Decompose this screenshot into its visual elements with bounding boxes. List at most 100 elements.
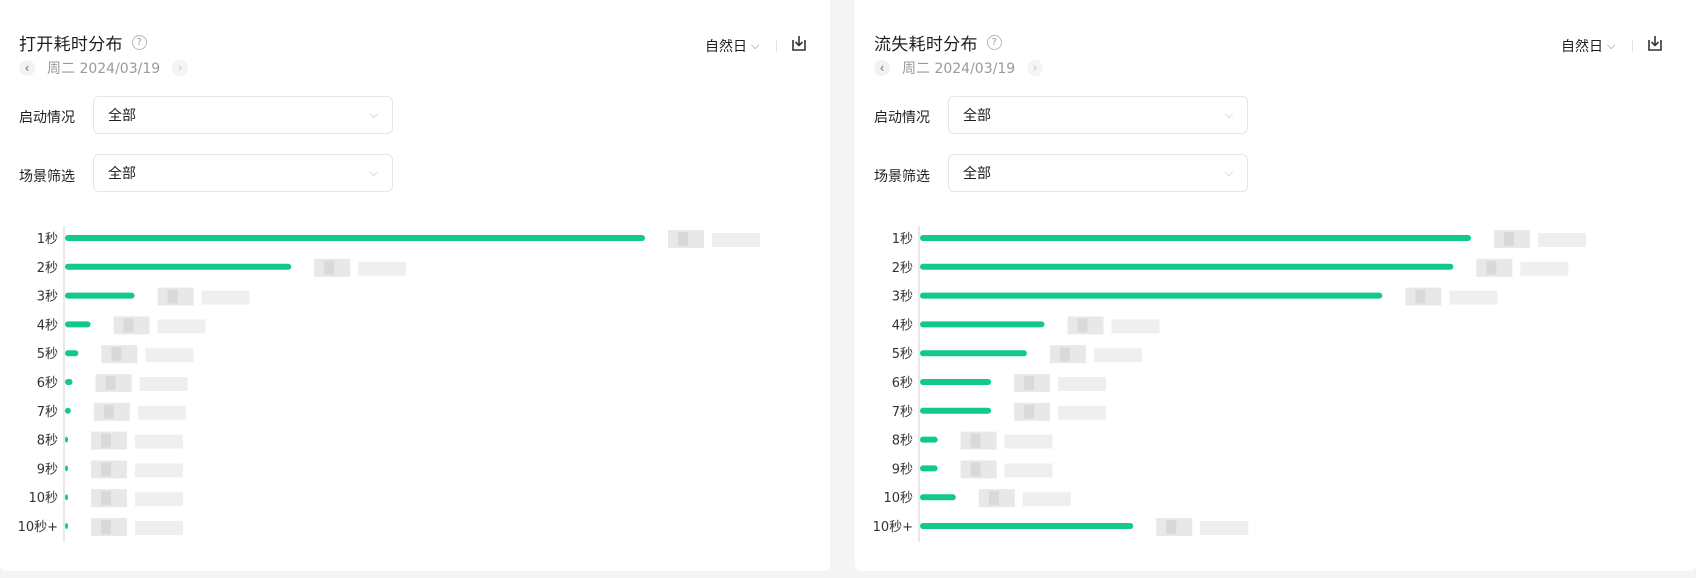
- chevron-down-icon: ⌵: [751, 39, 760, 52]
- y-tick-label: 10秒: [28, 491, 58, 506]
- scene-filter-value: 全部: [963, 166, 991, 182]
- chevron-down-icon: ⌵: [1607, 39, 1616, 52]
- y-tick-label: 9秒: [37, 462, 58, 477]
- obscured-value-label: [1405, 287, 1498, 306]
- scene-filter-select[interactable]: 全部 ⌵: [948, 154, 1248, 192]
- divider: [1632, 40, 1633, 52]
- scene-filter-label: 场景筛选: [874, 169, 930, 185]
- obscured-value-label: [960, 431, 1053, 450]
- obscured-value-label: [1014, 402, 1107, 421]
- date-navigator: ‹ 周二 2024/03/19 ›: [874, 58, 1044, 78]
- date-label: 周二 2024/03/19: [47, 61, 161, 77]
- chevron-down-icon: ⌵: [1224, 108, 1233, 121]
- obscured-value-label: [95, 374, 188, 392]
- obscured-value-label: [1067, 316, 1160, 335]
- bar[interactable]: [65, 235, 645, 241]
- bar[interactable]: [65, 494, 68, 501]
- title-row: 流失耗时分布 ?: [874, 30, 1002, 55]
- question-circle-icon[interactable]: ?: [986, 35, 1002, 50]
- next-date-button[interactable]: ›: [172, 60, 189, 76]
- y-tick-label: 8秒: [37, 434, 58, 449]
- y-tick-label: 7秒: [37, 405, 58, 420]
- chevron-down-icon: ⌵: [1224, 166, 1233, 179]
- y-tick-label: 10秒+: [873, 520, 913, 535]
- period-select-value: 自然日: [705, 39, 747, 55]
- open-time-bar-chart: 1秒 2秒 3秒 4秒 5秒 6秒 7秒 8秒 9秒 10秒 10秒+: [18, 226, 760, 542]
- obscured-value-label: [91, 460, 183, 479]
- obscured-value-label: [1014, 374, 1107, 392]
- y-tick-label: 7秒: [892, 405, 913, 420]
- y-tick-label: 1秒: [37, 232, 58, 247]
- obscured-value-label: [1156, 518, 1249, 536]
- obscured-value-label: [978, 489, 1071, 508]
- y-tick-label: 4秒: [892, 318, 913, 333]
- bar[interactable]: [920, 436, 938, 443]
- download-icon[interactable]: [1645, 33, 1665, 53]
- bar[interactable]: [920, 379, 992, 385]
- startup-filter-value: 全部: [963, 108, 991, 124]
- prev-date-button[interactable]: ‹: [19, 60, 35, 76]
- y-tick-label: 10秒: [883, 491, 913, 506]
- startup-filter-select[interactable]: 全部 ⌵: [948, 96, 1248, 134]
- y-tick-label: 5秒: [892, 347, 913, 362]
- open-time-distribution-card: 打开耗时分布 ? ‹ 周二 2024/03/19 › 自然日 ⌵ 启动情况 全部…: [0, 0, 830, 571]
- bar[interactable]: [65, 321, 91, 328]
- next-date-button[interactable]: ›: [1027, 60, 1044, 76]
- bar[interactable]: [65, 465, 68, 472]
- obscured-value-label: [314, 258, 407, 277]
- bar[interactable]: [920, 494, 956, 501]
- bar[interactable]: [920, 263, 1454, 270]
- y-tick-label: 2秒: [892, 261, 913, 276]
- bar[interactable]: [920, 523, 1134, 529]
- bar[interactable]: [65, 523, 68, 529]
- obscured-value-label: [91, 518, 183, 536]
- chevron-down-icon: ⌵: [369, 166, 378, 179]
- period-select[interactable]: 自然日 ⌵: [705, 36, 759, 56]
- bar[interactable]: [920, 407, 992, 414]
- bar[interactable]: [920, 350, 1027, 357]
- bar[interactable]: [920, 292, 1383, 299]
- startup-filter-label: 启动情况: [874, 110, 930, 126]
- startup-filter-value: 全部: [108, 108, 136, 124]
- chevron-down-icon: ⌵: [369, 108, 378, 121]
- card-title: 打开耗时分布: [19, 35, 123, 55]
- y-tick-label: 3秒: [37, 290, 58, 305]
- y-tick-label: 2秒: [37, 261, 58, 276]
- bar[interactable]: [920, 465, 938, 472]
- bar[interactable]: [65, 292, 135, 299]
- bar[interactable]: [65, 350, 79, 357]
- y-tick-label: 10秒+: [18, 520, 58, 535]
- bar[interactable]: [65, 436, 68, 443]
- card-title: 流失耗时分布: [874, 35, 978, 55]
- bar[interactable]: [65, 263, 292, 270]
- obscured-value-label: [960, 460, 1053, 479]
- scene-filter-select[interactable]: 全部 ⌵: [93, 154, 393, 192]
- churn-time-distribution-card: 流失耗时分布 ? ‹ 周二 2024/03/19 › 自然日 ⌵ 启动情况 全部…: [855, 0, 1696, 571]
- y-tick-label: 6秒: [892, 376, 913, 391]
- scene-filter-value: 全部: [108, 166, 136, 182]
- obscured-value-label: [113, 316, 206, 335]
- obscured-value-label: [1494, 230, 1586, 248]
- scene-filter-label: 场景筛选: [19, 169, 75, 185]
- obscured-value-label: [91, 431, 183, 450]
- date-navigator: ‹ 周二 2024/03/19 ›: [19, 58, 189, 78]
- obscured-value-label: [1476, 258, 1569, 277]
- y-tick-label: 4秒: [37, 318, 58, 333]
- bar[interactable]: [65, 407, 71, 414]
- period-select[interactable]: 自然日 ⌵: [1561, 36, 1615, 56]
- startup-filter-select[interactable]: 全部 ⌵: [93, 96, 393, 134]
- date-label: 周二 2024/03/19: [902, 61, 1016, 77]
- bar[interactable]: [920, 321, 1045, 328]
- obscured-value-label: [157, 287, 250, 306]
- question-circle-icon[interactable]: ?: [131, 35, 147, 50]
- bar[interactable]: [65, 379, 73, 385]
- y-tick-label: 6秒: [37, 376, 58, 391]
- title-row: 打开耗时分布 ?: [19, 30, 147, 55]
- startup-filter-label: 启动情况: [19, 110, 75, 126]
- prev-date-button[interactable]: ‹: [874, 60, 890, 76]
- obscured-value-label: [91, 489, 183, 508]
- y-tick-label: 5秒: [37, 347, 58, 362]
- download-icon[interactable]: [789, 33, 809, 53]
- y-tick-label: 8秒: [892, 434, 913, 449]
- bar[interactable]: [920, 235, 1471, 241]
